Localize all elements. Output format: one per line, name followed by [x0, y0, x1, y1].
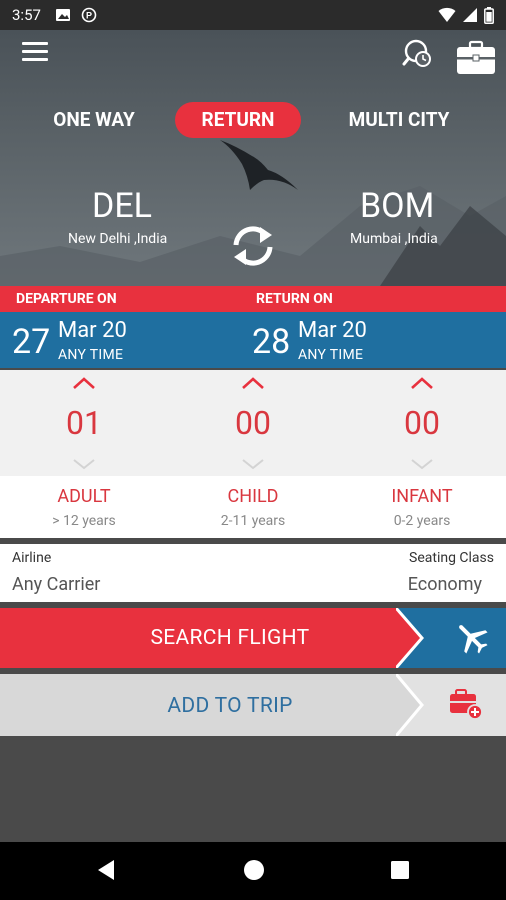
home-icon[interactable]: [242, 858, 266, 882]
child-label-group: CHILD 2-11 years: [169, 486, 337, 529]
route-header: ONE WAY RETURN MULTI CITY DEL New Delhi …: [0, 30, 506, 286]
flight-search-screen: 3:57 P ONE WAY RETURN MULTI CITY DEL New…: [0, 0, 506, 900]
infant-label-group: INFANT 0-2 years: [338, 486, 506, 529]
briefcase-icon[interactable]: [456, 40, 496, 76]
child-label: CHILD: [227, 486, 279, 507]
adult-age-range: > 12 years: [52, 513, 116, 529]
adult-increase-icon[interactable]: [72, 376, 96, 390]
battery-icon: [484, 6, 494, 24]
adult-decrease-icon[interactable]: [72, 458, 96, 470]
svg-text:P: P: [86, 11, 92, 21]
passenger-counters: 01 00 00: [0, 370, 506, 476]
search-flight-button[interactable]: SEARCH FLIGHT: [0, 608, 506, 668]
departure-month-year: Mar 20: [58, 318, 127, 343]
trip-type-selector: ONE WAY RETURN MULTI CITY: [0, 102, 506, 138]
adult-label-group: ADULT > 12 years: [0, 486, 168, 529]
child-decrease-icon[interactable]: [241, 458, 265, 470]
tab-one-way[interactable]: ONE WAY: [34, 102, 154, 138]
recents-icon[interactable]: [390, 860, 410, 880]
infant-age-range: 0-2 years: [393, 513, 451, 529]
infant-count: 00: [404, 404, 440, 442]
adult-label: ADULT: [57, 486, 111, 507]
origin-code[interactable]: DEL: [92, 186, 152, 226]
return-month-year: Mar 20: [298, 318, 367, 343]
sync-icon: P: [81, 7, 97, 23]
departure-day: 27: [12, 322, 51, 362]
return-date-picker[interactable]: 28 Mar 20 ANY TIME: [240, 312, 506, 368]
adult-count: 01: [66, 404, 102, 442]
tab-return[interactable]: RETURN: [175, 102, 301, 138]
eagle-graphic: [220, 140, 298, 190]
departure-date-picker[interactable]: 27 Mar 20 ANY TIME: [0, 312, 240, 368]
date-labels-bar: DEPARTURE ON RETURN ON: [0, 286, 506, 312]
back-icon[interactable]: [96, 859, 116, 881]
seating-class-label: Seating Class: [409, 550, 494, 566]
status-right: [438, 6, 494, 24]
swap-route-icon[interactable]: [228, 223, 278, 269]
child-counter: 00: [169, 370, 337, 476]
status-bar: 3:57 P: [0, 0, 506, 30]
origin-city[interactable]: New Delhi ,India: [68, 231, 167, 247]
seating-class-select[interactable]: Economy: [408, 574, 482, 595]
add-to-trip-label: ADD TO TRIP: [167, 694, 293, 718]
menu-icon[interactable]: [22, 42, 48, 64]
search-flight-arrow: [396, 608, 506, 668]
tab-multi-city[interactable]: MULTI CITY: [336, 102, 462, 138]
add-to-trip-button[interactable]: ADD TO TRIP: [0, 674, 506, 736]
return-time: ANY TIME: [298, 347, 364, 363]
infant-label: INFANT: [391, 486, 453, 507]
infant-counter: 00: [338, 370, 506, 476]
dates-bar: 27 Mar 20 ANY TIME 28 Mar 20 ANY TIME: [0, 312, 506, 368]
child-age-range: 2-11 years: [220, 513, 286, 529]
departure-time: ANY TIME: [58, 347, 124, 363]
infant-increase-icon[interactable]: [410, 376, 434, 390]
airline-class-row: Airline Any Carrier Seating Class Econom…: [0, 544, 506, 602]
passenger-labels: ADULT > 12 years CHILD 2-11 years INFANT…: [0, 476, 506, 538]
search-history-icon[interactable]: [402, 38, 434, 70]
destination-city[interactable]: Mumbai ,India: [350, 231, 438, 247]
search-flight-label: SEARCH FLIGHT: [150, 626, 310, 650]
wifi-icon: [438, 7, 456, 22]
return-day: 28: [252, 322, 291, 362]
airline-select[interactable]: Any Carrier: [12, 574, 100, 595]
airline-label: Airline: [12, 550, 52, 566]
child-count: 00: [235, 404, 271, 442]
system-navigation-bar: [0, 842, 506, 900]
add-to-trip-arrow: [396, 674, 506, 736]
signal-icon: [463, 8, 477, 22]
departure-label: DEPARTURE ON: [16, 291, 117, 307]
gallery-icon: [55, 9, 70, 21]
status-time: 3:57: [12, 6, 41, 24]
adult-counter: 01: [0, 370, 168, 476]
child-increase-icon[interactable]: [241, 376, 265, 390]
infant-decrease-icon[interactable]: [410, 458, 434, 470]
return-label: RETURN ON: [256, 291, 333, 307]
destination-code[interactable]: BOM: [360, 186, 434, 226]
